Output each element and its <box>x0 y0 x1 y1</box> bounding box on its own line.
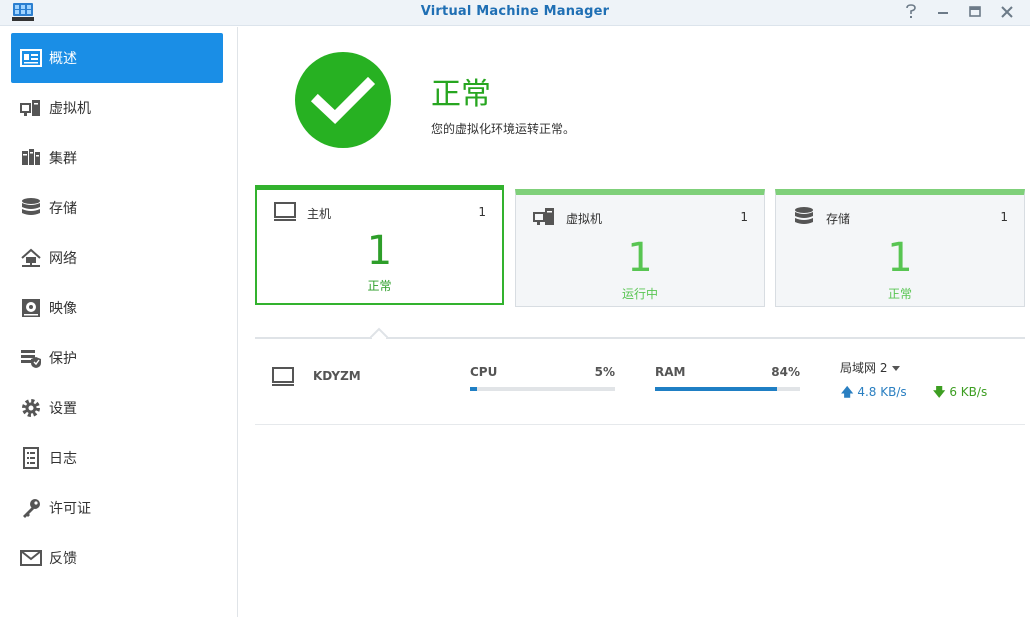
network-interface-label: 局域网 2 <box>840 361 888 375</box>
status-title: 正常 <box>431 77 491 112</box>
cluster-icon <box>19 146 43 170</box>
sidebar-item-label: 日志 <box>49 451 77 467</box>
card-title: 存储 <box>826 212 851 226</box>
arrow-up-icon: 🡅 <box>841 385 854 399</box>
sidebar-item-label: 虚拟机 <box>49 101 91 117</box>
title-bar: Virtual Machine Manager <box>0 0 1030 26</box>
help-button[interactable] <box>904 3 918 21</box>
feedback-mail-icon <box>19 546 43 570</box>
virtual-machine-icon <box>533 208 554 225</box>
host-row[interactable]: KDYZM CPU 5% RAM 84% 局域网 2 🡅 4.8 KB/s 🡇 6 … <box>255 351 1025 425</box>
close-button[interactable] <box>1000 3 1014 21</box>
license-key-icon <box>19 496 43 520</box>
cpu-value: 5% <box>594 365 615 379</box>
sidebar-item-label: 映像 <box>49 301 77 317</box>
maximize-icon <box>969 6 981 17</box>
card-big-number: 1 <box>887 235 913 281</box>
card-title: 主机 <box>307 207 332 221</box>
protection-icon <box>19 346 43 370</box>
ram-value: 84% <box>771 365 800 379</box>
network-interface-dropdown[interactable]: 局域网 2 <box>840 359 901 376</box>
chevron-down-icon <box>892 366 901 371</box>
sidebar-item-virtual-machine[interactable]: 虚拟机 <box>11 83 223 133</box>
sidebar-item-label: 设置 <box>49 401 77 417</box>
checkmark-icon <box>310 76 376 124</box>
sidebar-item-image[interactable]: 映像 <box>11 283 223 333</box>
sidebar-item-label: 概述 <box>49 51 77 67</box>
sidebar-item-label: 集群 <box>49 151 77 167</box>
ram-usage-fill <box>655 387 777 391</box>
card-status: 正常 <box>887 287 912 301</box>
download-speed-value: 6 KB/s <box>949 385 988 399</box>
ram-label: RAM <box>655 365 686 379</box>
arrow-down-icon: 🡇 <box>933 385 946 399</box>
selection-pointer-icon <box>370 327 388 341</box>
host-monitor-icon <box>272 367 294 386</box>
sidebar-item-label: 存储 <box>49 201 77 217</box>
download-speed: 🡇 6 KB/s <box>933 383 987 404</box>
sidebar-item-label: 反馈 <box>49 551 77 567</box>
cpu-label: CPU <box>470 365 498 379</box>
sidebar-item-storage[interactable]: 存储 <box>11 183 223 233</box>
host-card[interactable]: 主机 1 1 正常 <box>255 185 504 305</box>
sidebar-item-network[interactable]: 网络 <box>11 233 223 283</box>
sidebar-item-settings[interactable]: 设置 <box>11 383 223 433</box>
ram-usage-bar <box>655 387 800 391</box>
status-description: 您的虚拟化环境运转正常。 <box>431 122 576 136</box>
sidebar-item-protection[interactable]: 保护 <box>11 333 223 383</box>
card-count: 1 <box>478 205 486 219</box>
sidebar-item-label: 许可证 <box>49 501 91 517</box>
storage-icon <box>19 196 43 220</box>
sidebar-item-log[interactable]: 日志 <box>11 433 223 483</box>
card-big-number: 1 <box>627 235 653 281</box>
network-icon <box>19 246 43 270</box>
upload-speed: 🡅 4.8 KB/s <box>841 383 907 404</box>
virtual-machine-icon <box>19 96 43 120</box>
sidebar-item-cluster[interactable]: 集群 <box>11 133 223 183</box>
card-count: 1 <box>1000 210 1008 224</box>
cpu-usage-bar <box>470 387 615 391</box>
window-title: Virtual Machine Manager <box>420 4 610 19</box>
sidebar: 概述 虚拟机 集群 存储 网络 映像 保护 设置 日志 许可证 反馈 <box>0 27 238 617</box>
help-icon <box>906 4 916 18</box>
overview-icon <box>19 46 43 70</box>
status-ok-icon <box>295 52 391 148</box>
sidebar-item-license[interactable]: 许可证 <box>11 483 223 533</box>
sidebar-item-label: 保护 <box>49 351 77 367</box>
log-icon <box>19 446 43 470</box>
sidebar-item-feedback[interactable]: 反馈 <box>11 533 223 583</box>
close-icon <box>1001 6 1013 18</box>
sidebar-item-overview[interactable]: 概述 <box>11 33 223 83</box>
main-panel: 正常 您的虚拟化环境运转正常。 主机 1 1 正常 虚拟机 1 1 运行中 存储… <box>239 27 1030 617</box>
storage-card[interactable]: 存储 1 1 正常 <box>775 189 1025 307</box>
upload-speed-value: 4.8 KB/s <box>857 385 907 399</box>
card-title: 虚拟机 <box>566 212 603 226</box>
cpu-usage-fill <box>470 387 478 391</box>
sidebar-item-label: 网络 <box>49 251 77 267</box>
card-count: 1 <box>740 210 748 224</box>
minimize-button[interactable] <box>936 3 950 21</box>
card-status: 正常 <box>367 279 392 293</box>
window-controls <box>904 3 1014 21</box>
storage-icon <box>795 207 813 224</box>
maximize-button[interactable] <box>968 3 982 21</box>
gear-icon <box>19 396 43 420</box>
minimize-icon <box>938 12 948 14</box>
vm-card[interactable]: 虚拟机 1 1 运行中 <box>515 189 765 307</box>
image-disc-icon <box>19 296 43 320</box>
host-name: KDYZM <box>313 369 361 383</box>
card-big-number: 1 <box>366 228 393 274</box>
card-status: 运行中 <box>621 287 658 301</box>
host-monitor-icon <box>274 202 296 221</box>
